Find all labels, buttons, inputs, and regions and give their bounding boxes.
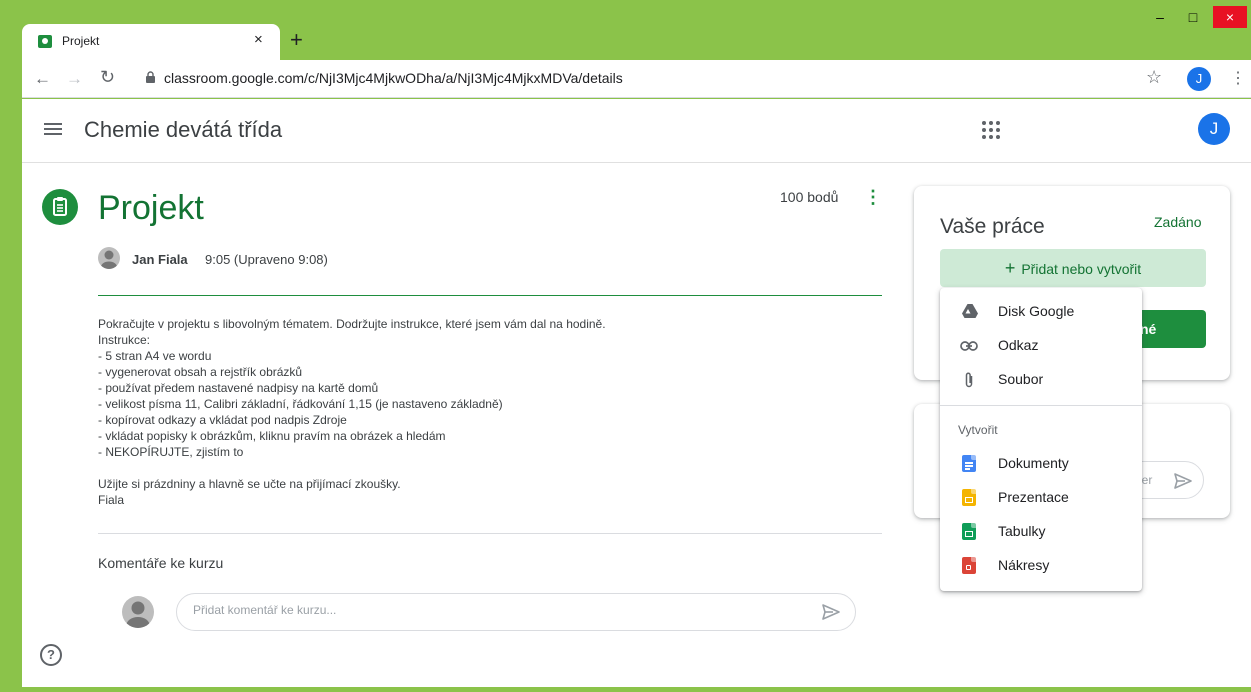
drawings-icon	[962, 557, 976, 574]
menu-item-file[interactable]: Soubor	[940, 362, 1142, 396]
create-section-title: Vytvořit	[958, 423, 998, 437]
menu-item-docs[interactable]: Dokumenty	[940, 446, 1142, 480]
add-or-create-button[interactable]: + Přidat nebo vytvořit	[940, 249, 1206, 287]
sheets-icon	[962, 523, 976, 540]
menu-item-label: Dokumenty	[998, 455, 1069, 471]
description-line: - vygenerovat obsah a rejstřík obrázků	[98, 365, 303, 379]
menu-separator	[940, 405, 1142, 406]
description-line: - NEKOPÍRUJTE, zjistím to	[98, 445, 244, 459]
minimize-button[interactable]: –	[1145, 6, 1175, 28]
account-avatar[interactable]: J	[1198, 113, 1230, 145]
menu-item-google-drive[interactable]: Disk Google	[940, 294, 1142, 328]
link-icon	[960, 341, 978, 351]
assignment-points: 100 bodů	[780, 189, 839, 205]
lock-icon	[146, 71, 155, 83]
maximize-button[interactable]: □	[1178, 6, 1208, 28]
address-bar: ← → ↻ classroom.google.com/c/NjI3Mjc4Mjk…	[22, 60, 1251, 98]
send-icon[interactable]	[821, 603, 841, 621]
plus-icon: +	[1004, 258, 1016, 278]
back-arrow-icon[interactable]: ←	[34, 69, 51, 89]
post-time: 9:05 (Upraveno 9:08)	[205, 252, 328, 267]
browser-profile-avatar[interactable]: J	[1187, 67, 1211, 91]
slides-icon	[962, 489, 976, 506]
menu-item-label: Odkaz	[998, 337, 1039, 353]
description-line: - vkládat popisky k obrázkům, kliknu pra…	[98, 429, 446, 443]
send-icon[interactable]	[1173, 472, 1193, 490]
mark-as-done-button[interactable]: né	[1134, 310, 1206, 348]
class-comments-title: Komentáře ke kurzu	[98, 555, 224, 571]
tab-title: Projekt	[62, 34, 100, 48]
description-line: Pokračujte v projektu s libovolným témat…	[98, 317, 606, 331]
menu-item-link[interactable]: Odkaz	[940, 328, 1142, 362]
add-or-create-label: Přidat nebo vytvořit	[1021, 261, 1142, 277]
classroom-page: Chemie devátá třída J Projekt 100 bodů ⋮…	[22, 99, 1251, 687]
description-line: - 5 stran A4 ve wordu	[98, 349, 212, 363]
menu-item-label: Prezentace	[998, 489, 1069, 505]
help-icon[interactable]: ?	[40, 644, 62, 666]
browser-tab[interactable]: Projekt ×	[22, 24, 280, 60]
new-tab-button[interactable]: +	[290, 27, 303, 53]
menu-item-drawings[interactable]: Nákresy	[940, 548, 1142, 582]
forward-arrow-icon[interactable]: →	[66, 69, 83, 89]
window-close-button[interactable]: ×	[1213, 6, 1247, 28]
class-comment-box[interactable]	[176, 593, 856, 631]
class-name[interactable]: Chemie devátá třída	[84, 117, 282, 143]
description-line	[98, 460, 878, 476]
url-text[interactable]: classroom.google.com/c/NjI3Mjc4MjkwODha/…	[164, 70, 623, 86]
menu-item-sheets[interactable]: Tabulky	[940, 514, 1142, 548]
browser-menu-icon[interactable]: ⋮	[1230, 68, 1246, 88]
docs-icon	[962, 455, 976, 472]
description-line: - velikost písma 11, Calibri základní, ř…	[98, 397, 503, 411]
app-bar: Chemie devátá třída J	[22, 99, 1251, 163]
assignment-description: Pokračujte v projektu s libovolným témat…	[98, 316, 878, 508]
add-or-create-menu: Disk Google Odkaz Soubor Vytvořit Dokume…	[940, 288, 1142, 591]
status-badge: Zadáno	[1154, 214, 1202, 230]
your-work-title: Vaše práce	[940, 215, 1045, 238]
menu-item-label: Tabulky	[998, 523, 1046, 539]
mark-as-done-label: né	[1140, 321, 1157, 337]
user-avatar	[122, 596, 154, 628]
tab-close-icon[interactable]: ×	[254, 31, 263, 48]
assignment-more-icon[interactable]: ⋮	[864, 187, 882, 208]
paperclip-icon	[965, 372, 973, 388]
description-line: - kopírovat odkazy a vkládat pod nadpis …	[98, 413, 347, 427]
google-apps-icon[interactable]	[982, 121, 1000, 139]
menu-item-label: Disk Google	[998, 303, 1075, 319]
divider	[98, 295, 882, 296]
description-line: Užijte si prázdniny a hlavně se učte na …	[98, 477, 401, 491]
window-titlebar: Projekt × + – □ ×	[0, 0, 1251, 60]
hamburger-menu-icon[interactable]	[44, 123, 62, 135]
assignment-title: Projekt	[98, 189, 204, 227]
description-line: Fiala	[98, 493, 125, 507]
menu-item-slides[interactable]: Prezentace	[940, 480, 1142, 514]
menu-item-label: Nákresy	[998, 557, 1050, 573]
divider	[98, 533, 882, 534]
author-name: Jan Fiala	[132, 252, 188, 267]
author-avatar	[98, 247, 120, 269]
bookmark-star-icon[interactable]: ☆	[1146, 67, 1162, 88]
classroom-favicon-icon	[38, 35, 52, 48]
description-line: - používat předem nastavené nadpisy na k…	[98, 381, 379, 395]
google-drive-icon	[962, 304, 978, 318]
class-comment-input[interactable]	[193, 603, 793, 617]
description-line: Instrukce:	[98, 333, 151, 347]
assignment-icon	[42, 189, 78, 225]
menu-item-label: Soubor	[998, 371, 1044, 387]
reload-icon[interactable]: ↻	[100, 67, 115, 88]
